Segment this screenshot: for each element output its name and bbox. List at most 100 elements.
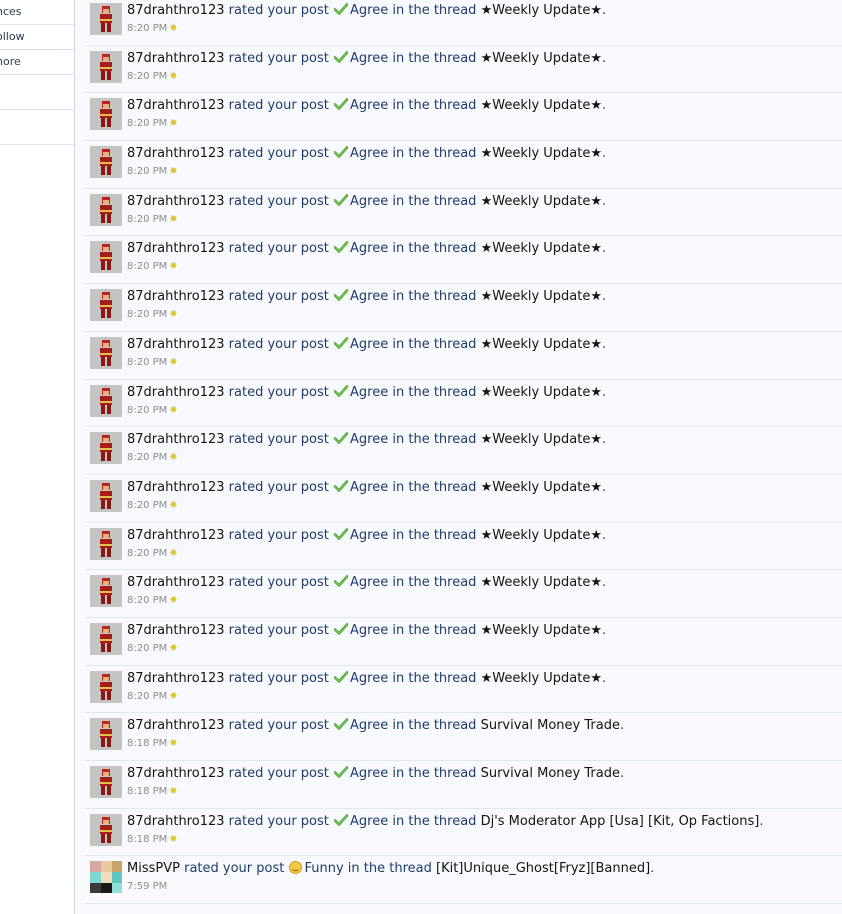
thread-title-link[interactable]: ★Weekly Update★ [481,480,602,495]
alert-action[interactable]: rated your post [229,146,329,161]
thread-title-link[interactable]: [Kit]Unique_Ghost[Fryz][Banned] [436,861,650,876]
thread-title-link[interactable]: Dj's Moderator App [Usa] [Kit, Op Factio… [481,814,760,829]
username-link[interactable]: 87drahthro123 [127,3,225,18]
alert-action[interactable]: rated your post [229,814,329,829]
sidebar-item-preferences[interactable]: nces [0,0,74,25]
thread-title-link[interactable]: ★Weekly Update★ [481,432,602,447]
avatar[interactable] [90,670,122,703]
sidebar-spacer [0,75,74,110]
thread-title-link[interactable]: ★Weekly Update★ [481,146,602,161]
thread-title-link[interactable]: ★Weekly Update★ [481,385,602,400]
alert-action[interactable]: rated your post [229,98,329,113]
avatar[interactable] [90,98,122,131]
rating-name: Funny [304,861,344,877]
alert-action[interactable]: rated your post [229,385,329,400]
alert-action[interactable]: rated your post [229,718,329,733]
alert-meta: 8:20 PM ✸ [127,260,842,274]
avatar[interactable] [90,336,122,369]
avatar[interactable] [90,575,122,608]
sidebar-item-ignore[interactable]: nore [0,50,74,75]
alert-text: 87drahthro123 rated your post Agree in t… [127,145,842,163]
thread-title-link[interactable]: Survival Money Trade [481,766,620,781]
alert-end: . [602,193,607,209]
username-link[interactable]: 87drahthro123 [127,98,225,113]
star-icon: ✸ [169,23,178,34]
avatar[interactable] [90,766,122,798]
username-link[interactable]: 87drahthro123 [127,623,225,638]
thread-title-link[interactable]: ★Weekly Update★ [481,289,602,304]
username-link[interactable]: 87drahthro123 [127,766,225,781]
alert-time: 8:20 PM [127,547,168,559]
username-link[interactable]: 87drahthro123 [127,146,225,161]
avatar[interactable] [90,718,122,751]
sidebar-item-follow[interactable]: ollow [0,25,74,50]
alert-action[interactable]: rated your post [229,528,329,543]
avatar[interactable] [90,50,122,83]
avatar[interactable] [90,622,122,655]
alert-action[interactable]: rated your post [229,766,329,781]
username-link[interactable]: 87drahthro123 [127,241,225,256]
star-icon: ✸ [169,118,178,130]
username-link[interactable]: 87drahthro123 [127,814,225,829]
thread-title-link[interactable]: ★Weekly Update★ [481,98,602,113]
username-link[interactable]: 87drahthro123 [127,480,225,495]
alert-time: 8:20 PM [127,642,168,654]
check-icon [333,50,349,63]
rating-name: Agree [350,289,389,305]
alert-connector: in the thread [392,336,477,352]
rating-name: Agree [350,622,389,638]
alert-action[interactable]: rated your post [229,241,329,256]
alert-text: 87drahthro123 rated your post Agree in t… [127,574,842,592]
alert-action[interactable]: rated your post [229,432,329,447]
alert-action[interactable]: rated your post [229,3,329,18]
thread-title-link[interactable]: ★Weekly Update★ [481,575,602,590]
smiley-icon [289,861,303,875]
thread-title-link[interactable]: ★Weekly Update★ [481,623,602,638]
alert-text: 87drahthro123 rated your post Agree in t… [127,97,842,115]
thread-title-link[interactable]: ★Weekly Update★ [481,241,602,256]
thread-title-link[interactable]: ★Weekly Update★ [481,3,602,18]
thread-title-link[interactable]: ★Weekly Update★ [481,337,602,352]
username-link[interactable]: 87drahthro123 [127,289,225,304]
username-link[interactable]: 87drahthro123 [127,385,225,400]
username-link[interactable]: 87drahthro123 [127,194,225,209]
username-link[interactable]: 87drahthro123 [127,337,225,352]
username-link[interactable]: 87drahthro123 [127,51,225,66]
thread-title-link[interactable]: Survival Money Trade [481,718,620,733]
alert-action[interactable]: rated your post [229,671,329,686]
avatar[interactable] [90,384,122,417]
thread-title-link[interactable]: ★Weekly Update★ [481,51,602,66]
alert-action[interactable]: rated your post [184,861,284,876]
alert-action[interactable]: rated your post [229,480,329,495]
alert-action[interactable]: rated your post [229,337,329,352]
avatar[interactable] [90,193,122,226]
avatar[interactable] [90,527,122,560]
username-link[interactable]: 87drahthro123 [127,528,225,543]
thread-title-link[interactable]: ★Weekly Update★ [481,528,602,543]
rating-name: Agree [350,146,389,162]
avatar[interactable] [90,861,122,894]
alert-action[interactable]: rated your post [229,194,329,209]
avatar[interactable] [90,432,122,465]
alert-action[interactable]: rated your post [229,623,329,638]
username-link[interactable]: 87drahthro123 [127,718,225,733]
alert-connector: in the thread [392,670,477,686]
thread-title-link[interactable]: ★Weekly Update★ [481,194,602,209]
username-link[interactable]: 87drahthro123 [127,671,225,686]
avatar[interactable] [90,3,122,35]
avatar[interactable] [90,146,122,179]
alert-action[interactable]: rated your post [229,575,329,590]
rating-name: Agree [350,575,389,591]
avatar[interactable] [90,813,122,846]
avatar[interactable] [90,289,122,322]
username-link[interactable]: 87drahthro123 [127,575,225,590]
alert-action[interactable]: rated your post [229,51,329,66]
avatar[interactable] [90,241,122,274]
username-link[interactable]: MissPVP [127,861,180,876]
alert-meta: 8:20 PM ✸ [127,213,842,227]
thread-title-link[interactable]: ★Weekly Update★ [481,671,602,686]
username-link[interactable]: 87drahthro123 [127,432,225,447]
avatar[interactable] [90,479,122,512]
alert-text: 87drahthro123 rated your post Agree in t… [127,431,842,449]
alert-action[interactable]: rated your post [229,289,329,304]
